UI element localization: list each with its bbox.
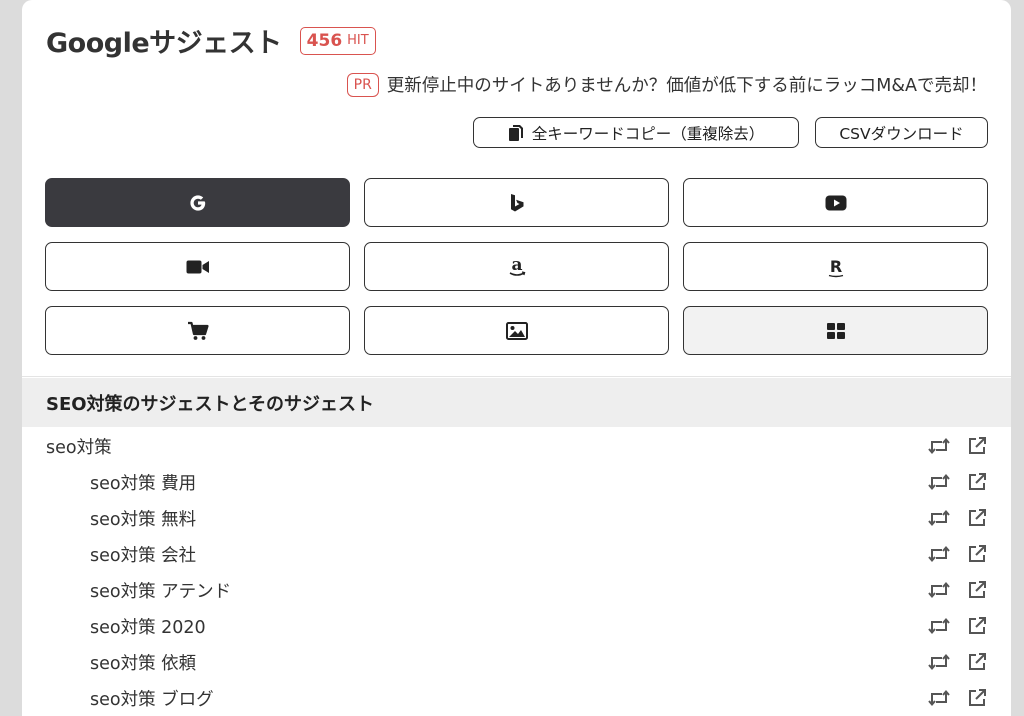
external-link-icon[interactable] — [965, 614, 989, 638]
suggestion-row: seo対策 会社 — [22, 536, 1011, 572]
image-icon — [505, 321, 528, 340]
bing-icon — [510, 193, 523, 211]
youtube-icon — [825, 195, 846, 210]
engine-all-button[interactable] — [683, 306, 988, 355]
pr-badge: PR — [346, 72, 379, 97]
suggestion-row: seo対策 2020 — [22, 608, 1011, 644]
video-camera-icon — [186, 260, 209, 273]
suggestion-row: seo対策 費用 — [22, 464, 1011, 500]
suggestion-text[interactable]: seo対策 費用 — [90, 470, 196, 495]
divider — [22, 376, 1011, 377]
google-icon — [189, 194, 205, 211]
suggestion-text[interactable]: seo対策 ブログ — [90, 686, 214, 711]
amazon-icon: a — [509, 256, 525, 276]
suggestion-row: seo対策 依頼 — [22, 644, 1011, 680]
retweet-icon[interactable] — [927, 542, 951, 566]
external-link-icon[interactable] — [965, 470, 989, 494]
retweet-icon[interactable] — [927, 578, 951, 602]
suggest-panel: Googleサジェスト 456 HIT PR 更新停止中のサイトありませんか？価… — [22, 0, 1011, 716]
suggestion-list: seo対策 seo対策 費用 seo対策 無料 seo対策 会社 seo対策 ア… — [22, 428, 1011, 716]
row-actions — [927, 686, 989, 710]
external-link-icon[interactable] — [965, 578, 989, 602]
hit-count-badge: 456 HIT — [299, 26, 376, 55]
engine-image-button[interactable] — [364, 306, 669, 355]
row-actions — [927, 434, 989, 458]
suggestion-text[interactable]: seo対策 2020 — [90, 614, 206, 639]
external-link-icon[interactable] — [965, 650, 989, 674]
row-actions — [927, 614, 989, 638]
suggestion-text[interactable]: seo対策 依頼 — [90, 650, 196, 675]
csv-download-button[interactable]: CSVダウンロード — [815, 117, 988, 148]
external-link-icon[interactable] — [965, 506, 989, 530]
external-link-icon[interactable] — [965, 686, 989, 710]
engine-shopping-button[interactable] — [45, 306, 350, 355]
row-actions — [927, 506, 989, 530]
external-link-icon[interactable] — [965, 434, 989, 458]
suggestion-row: seo対策 — [22, 428, 1011, 464]
retweet-icon[interactable] — [927, 434, 951, 458]
row-actions — [927, 542, 989, 566]
shopping-cart-icon — [187, 321, 209, 340]
engine-bing-button[interactable] — [364, 178, 669, 227]
hit-count: 456 — [306, 30, 343, 51]
retweet-icon[interactable] — [927, 506, 951, 530]
copy-all-keywords-button[interactable]: 全キーワードコピー（重複除去） — [473, 117, 799, 148]
hit-label: HIT — [347, 33, 369, 48]
suggestion-text[interactable]: seo対策 — [46, 434, 112, 459]
retweet-icon[interactable] — [927, 686, 951, 710]
retweet-icon[interactable] — [927, 650, 951, 674]
engine-google-button[interactable] — [45, 178, 350, 227]
copy-all-label: 全キーワードコピー（重複除去） — [531, 124, 765, 143]
retweet-icon[interactable] — [927, 470, 951, 494]
promo-text[interactable]: 更新停止中のサイトありませんか？価値が低下する前にラッコM&Aで売却！ — [387, 72, 987, 97]
svg-text:R: R — [829, 257, 841, 276]
title-row: Googleサジェスト 456 HIT — [46, 21, 376, 60]
suggestion-text[interactable]: seo対策 会社 — [90, 542, 196, 567]
engine-video-button[interactable] — [45, 242, 350, 291]
suggestion-row: seo対策 ブログ — [22, 680, 1011, 716]
engine-youtube-button[interactable] — [683, 178, 988, 227]
row-actions — [927, 578, 989, 602]
suggestion-text[interactable]: seo対策 無料 — [90, 506, 196, 531]
rakuten-icon: R — [828, 257, 843, 277]
external-link-icon[interactable] — [965, 542, 989, 566]
suggestion-text[interactable]: seo対策 アテンド — [90, 578, 231, 603]
suggestion-row: seo対策 アテンド — [22, 572, 1011, 608]
section-title: SEO対策のサジェストとそのサジェスト — [22, 378, 1011, 427]
row-actions — [927, 650, 989, 674]
svg-text:a: a — [511, 256, 522, 275]
copy-icon — [508, 124, 523, 141]
suggestion-row: seo対策 無料 — [22, 500, 1011, 536]
retweet-icon[interactable] — [927, 614, 951, 638]
engine-grid: a R — [45, 178, 988, 355]
page-title: Googleサジェスト — [46, 28, 282, 59]
engine-amazon-button[interactable]: a — [364, 242, 669, 291]
promo-link[interactable]: PR 更新停止中のサイトありませんか？価値が低下する前にラッコM&Aで売却！ — [346, 72, 987, 97]
grid-icon — [826, 322, 845, 339]
action-buttons: 全キーワードコピー（重複除去） CSVダウンロード — [473, 117, 988, 148]
engine-rakuten-button[interactable]: R — [683, 242, 988, 291]
row-actions — [927, 470, 989, 494]
